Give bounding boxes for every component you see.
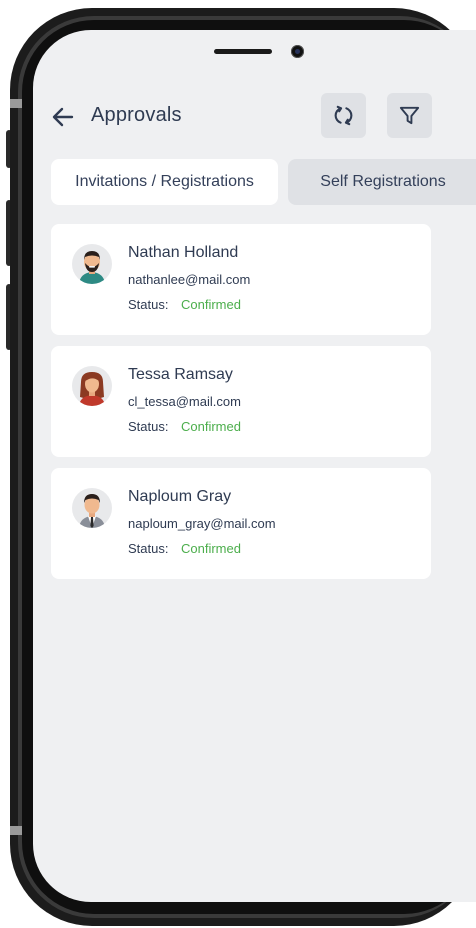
status-value: Confirmed bbox=[181, 419, 241, 434]
status-value: Confirmed bbox=[181, 541, 241, 556]
avatar-man-beard-icon bbox=[72, 244, 112, 284]
approval-name: Nathan Holland bbox=[128, 244, 239, 261]
avatar-man-suit-icon bbox=[72, 488, 112, 528]
status-label: Status: bbox=[128, 297, 169, 312]
avatar-woman-icon bbox=[72, 366, 112, 406]
approval-name: Naploum Gray bbox=[128, 488, 232, 505]
status-value: Confirmed bbox=[181, 297, 241, 312]
approval-card[interactable]: Naploum Gray naploum_gray@mail.com Statu… bbox=[51, 468, 431, 579]
app-screen: Approvals Invitations / Registrations Se… bbox=[33, 30, 476, 902]
earpiece-speaker bbox=[214, 49, 272, 54]
arrow-left-icon[interactable] bbox=[51, 106, 75, 128]
filter-icon bbox=[399, 106, 420, 125]
page-title: Approvals bbox=[91, 104, 182, 126]
status-label: Status: bbox=[128, 541, 169, 556]
approval-email: naploum_gray@mail.com bbox=[128, 516, 276, 531]
status-label: Status: bbox=[128, 419, 169, 434]
approval-email: nathanlee@mail.com bbox=[128, 272, 251, 287]
tab-invitations-registrations[interactable]: Invitations / Registrations bbox=[51, 159, 278, 205]
approval-card[interactable]: Nathan Holland nathanlee@mail.com Status… bbox=[51, 224, 431, 335]
filter-button[interactable] bbox=[387, 93, 432, 138]
approval-name: Tessa Ramsay bbox=[128, 366, 233, 383]
refresh-button[interactable] bbox=[321, 93, 366, 138]
approval-email: cl_tessa@mail.com bbox=[128, 394, 241, 409]
refresh-icon bbox=[334, 105, 353, 126]
antenna-band bbox=[10, 826, 22, 835]
approval-card[interactable]: Tessa Ramsay cl_tessa@mail.com Status: C… bbox=[51, 346, 431, 457]
tab-self-registrations[interactable]: Self Registrations bbox=[288, 159, 476, 205]
front-camera bbox=[291, 45, 304, 58]
antenna-band bbox=[10, 99, 22, 108]
